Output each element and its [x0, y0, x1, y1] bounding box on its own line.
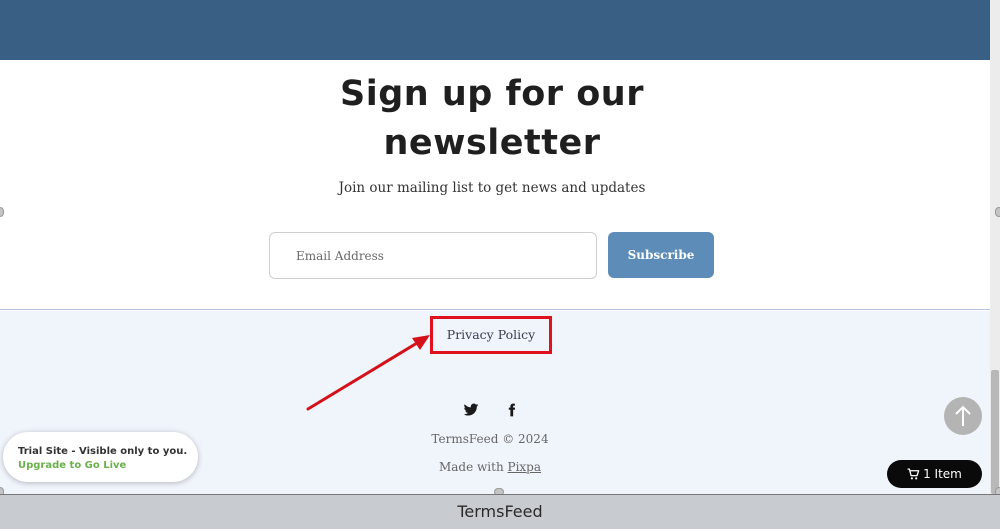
- caption-bar: TermsFeed: [0, 494, 1000, 529]
- newsletter-title: Sign up for our newsletter: [0, 70, 984, 168]
- cart-button[interactable]: 1 Item: [887, 460, 982, 488]
- caption-text: TermsFeed: [457, 502, 543, 521]
- header-band: [0, 0, 990, 60]
- newsletter-subtitle: Join our mailing list to get news and up…: [338, 180, 646, 196]
- scroll-to-top-button[interactable]: [944, 397, 982, 435]
- subscribe-button[interactable]: Subscribe: [608, 232, 714, 278]
- twitter-icon[interactable]: [463, 402, 479, 418]
- trial-site-text: Trial Site - Visible only to you.: [18, 446, 188, 457]
- cart-label: 1 Item: [923, 467, 962, 481]
- privacy-policy-link[interactable]: Privacy Policy: [433, 319, 549, 351]
- cart-icon: [907, 468, 920, 480]
- privacy-highlight-box: Privacy Policy: [430, 316, 552, 354]
- annotation-arrow: [306, 335, 430, 411]
- facebook-icon[interactable]: [505, 402, 519, 418]
- made-with-prefix: Made with: [438, 460, 508, 474]
- trial-site-badge: Trial Site - Visible only to you. Upgrad…: [3, 432, 198, 482]
- arrow-up-icon: [955, 405, 971, 426]
- vertical-scrollbar[interactable]: [990, 0, 1000, 494]
- scrollbar-thumb[interactable]: [991, 370, 999, 494]
- upgrade-link[interactable]: Upgrade to Go Live: [18, 460, 126, 471]
- newsletter-section: Sign up for our newsletter Join our mail…: [0, 60, 990, 310]
- newsletter-title-line1: Sign up for our: [340, 74, 644, 114]
- right-edge-handle[interactable]: [995, 207, 1000, 217]
- pixpa-link[interactable]: Pixpa: [508, 460, 542, 474]
- newsletter-title-line2: newsletter: [383, 123, 601, 163]
- email-address-input[interactable]: [269, 232, 597, 279]
